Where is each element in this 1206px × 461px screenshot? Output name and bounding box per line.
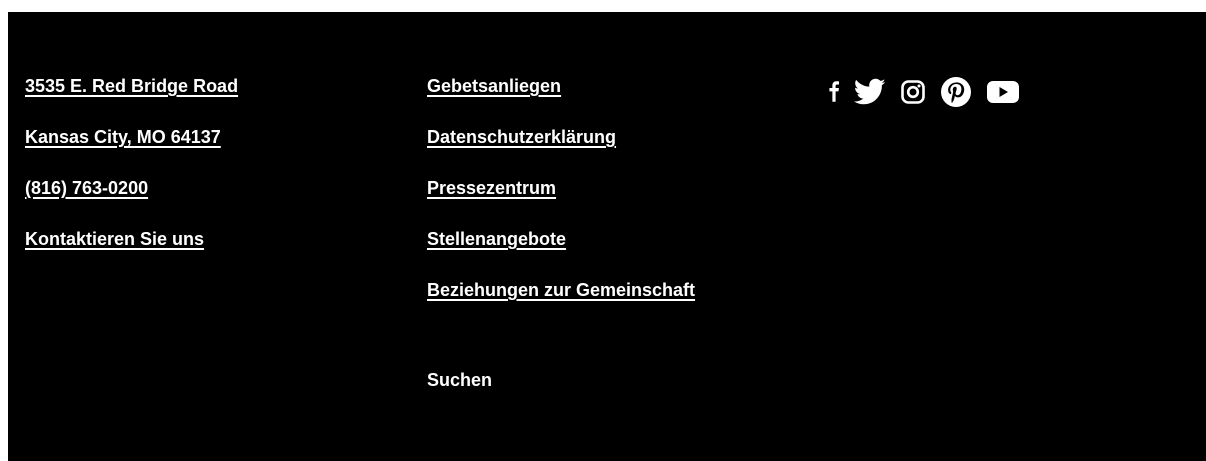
links-column: Gebetsanliegen Datenschutzerklärung Pres… xyxy=(427,76,695,331)
jobs-link[interactable]: Stellenangebote xyxy=(427,229,695,250)
youtube-icon[interactable] xyxy=(986,80,1020,104)
press-center-link[interactable]: Pressezentrum xyxy=(427,178,695,199)
twitter-icon[interactable] xyxy=(854,78,886,106)
community-relations-link[interactable]: Beziehungen zur Gemeinschaft xyxy=(427,280,695,301)
site-footer: 3535 E. Red Bridge Road Kansas City, MO … xyxy=(8,12,1206,461)
privacy-policy-link[interactable]: Datenschutzerklärung xyxy=(427,127,695,148)
prayer-requests-link[interactable]: Gebetsanliegen xyxy=(427,76,695,97)
facebook-icon[interactable] xyxy=(828,80,840,104)
instagram-icon[interactable] xyxy=(900,79,926,105)
contact-link[interactable]: Kontaktieren Sie uns xyxy=(25,229,238,250)
social-icons xyxy=(828,72,1034,112)
phone-link[interactable]: (816) 763-0200 xyxy=(25,178,238,199)
city-address-link[interactable]: Kansas City, MO 64137 xyxy=(25,127,238,148)
street-address-link[interactable]: 3535 E. Red Bridge Road xyxy=(25,76,238,97)
address-column: 3535 E. Red Bridge Road Kansas City, MO … xyxy=(25,76,238,280)
search-link[interactable]: Suchen xyxy=(427,370,492,391)
pinterest-icon[interactable] xyxy=(940,76,972,108)
